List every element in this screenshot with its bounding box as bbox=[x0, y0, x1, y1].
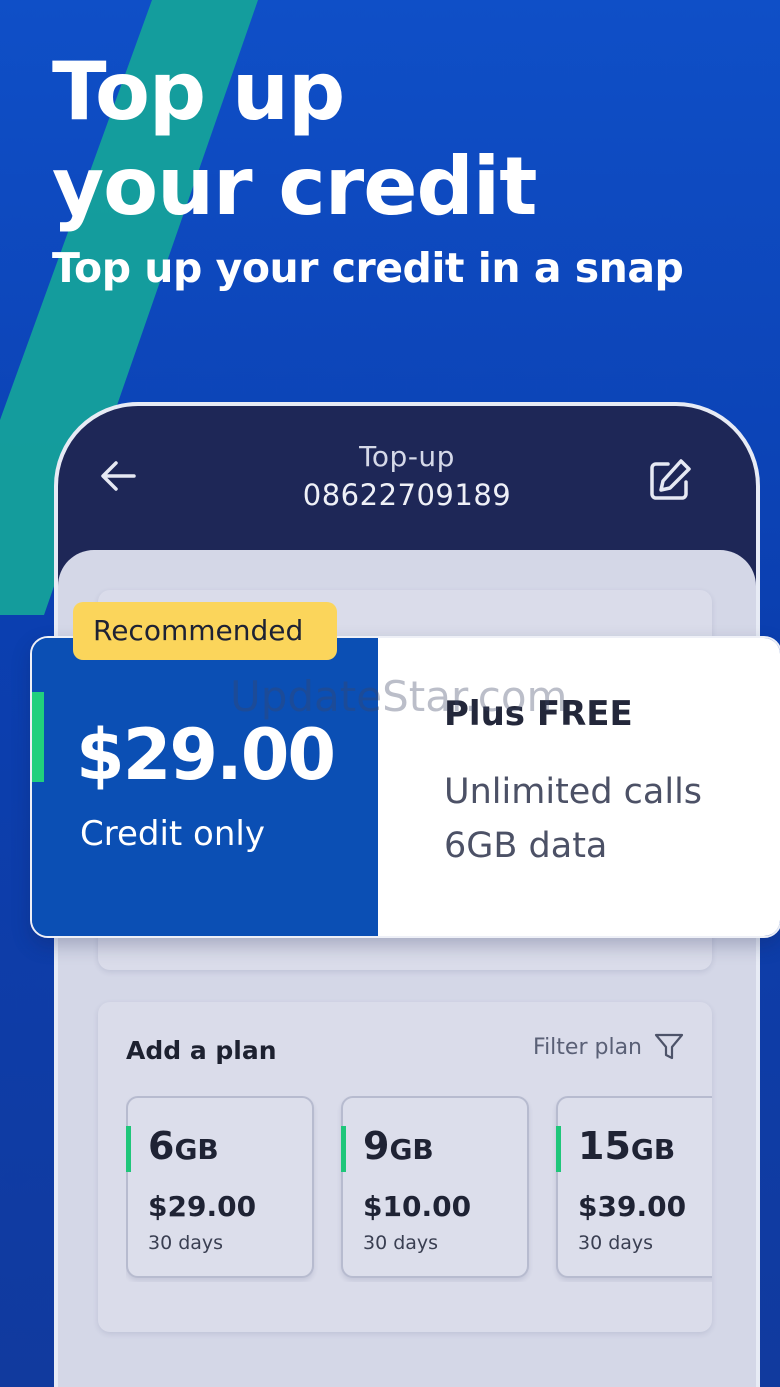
recommended-accent-bar bbox=[32, 692, 44, 782]
watermark: UpdateStar.com bbox=[230, 672, 568, 721]
plan-tile-15gb[interactable]: 15GB $39.00 30 days bbox=[556, 1096, 712, 1278]
plan-tile-6gb[interactable]: 6GB $29.00 30 days bbox=[126, 1096, 314, 1278]
extras-item: Unlimited calls bbox=[444, 772, 703, 812]
filter-plan-label: Filter plan bbox=[533, 1034, 642, 1060]
recommended-price-caption: Credit only bbox=[80, 814, 265, 854]
plan-price: $10.00 bbox=[363, 1190, 472, 1223]
plan-duration: 30 days bbox=[363, 1232, 439, 1254]
recommended-price: $29.00 bbox=[76, 714, 336, 796]
plan-size-number: 9 bbox=[363, 1124, 390, 1168]
plans-carousel[interactable]: 6GB $29.00 30 days 9GB $10.00 30 days 15… bbox=[126, 1096, 712, 1282]
hero-subtitle: Top up your credit in a snap bbox=[52, 244, 684, 292]
hero-title-line1: Top up bbox=[52, 45, 345, 138]
recommended-badge: Recommended bbox=[73, 602, 337, 660]
plan-size: 9GB bbox=[363, 1124, 434, 1168]
plan-price: $29.00 bbox=[148, 1190, 257, 1223]
extras-item: 6GB data bbox=[444, 826, 608, 866]
plan-size-number: 6 bbox=[148, 1124, 175, 1168]
hero-title: Top up your credit bbox=[52, 44, 732, 234]
plan-duration: 30 days bbox=[578, 1232, 654, 1254]
plan-size-unit: GB bbox=[389, 1133, 434, 1166]
plan-size: 15GB bbox=[578, 1124, 675, 1168]
edit-icon[interactable] bbox=[648, 458, 692, 502]
plan-size-number: 15 bbox=[578, 1124, 631, 1168]
plan-accent-bar bbox=[341, 1126, 346, 1172]
plan-tile-9gb[interactable]: 9GB $10.00 30 days bbox=[341, 1096, 529, 1278]
hero-title-line2: your credit bbox=[52, 140, 537, 233]
top-bar: Top-up 08622709189 bbox=[58, 406, 756, 556]
add-plan-heading: Add a plan bbox=[126, 1036, 277, 1065]
plan-price: $39.00 bbox=[578, 1190, 687, 1223]
filter-plan-button[interactable]: Filter plan bbox=[533, 1032, 684, 1062]
plan-size: 6GB bbox=[148, 1124, 219, 1168]
filter-funnel-icon bbox=[654, 1033, 684, 1060]
plan-accent-bar bbox=[126, 1126, 131, 1172]
plan-size-unit: GB bbox=[174, 1133, 219, 1166]
plan-size-unit: GB bbox=[630, 1133, 676, 1166]
plan-duration: 30 days bbox=[148, 1232, 224, 1254]
add-plan-section: Add a plan Filter plan 6GB $29.00 30 day… bbox=[98, 1002, 712, 1332]
plan-accent-bar bbox=[556, 1126, 561, 1172]
